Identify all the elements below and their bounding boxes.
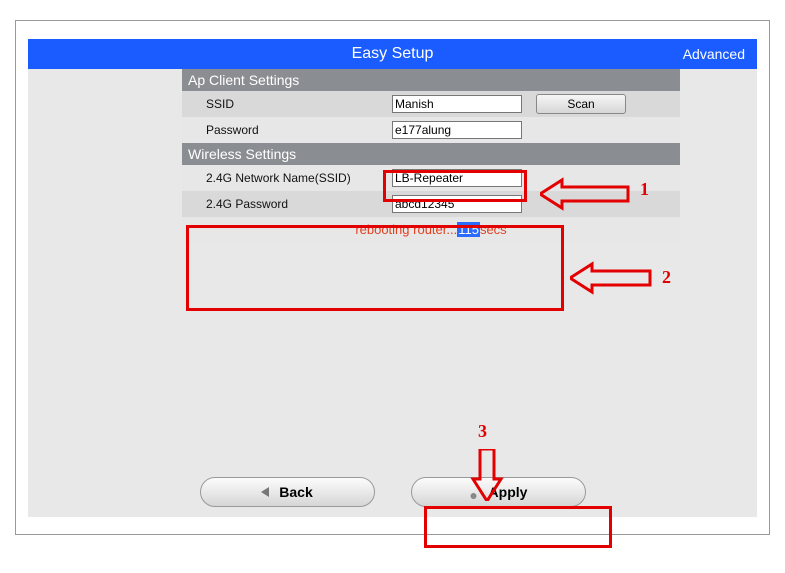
annotation-number-3: 3: [478, 421, 487, 442]
apply-button[interactable]: ● Apply: [411, 477, 586, 507]
wireless-password-label: 2.4G Password: [182, 197, 392, 211]
page-title: Easy Setup: [352, 45, 434, 62]
status-text: rebooting router...115secs: [182, 217, 680, 243]
apply-dot-icon: ●: [469, 487, 479, 497]
ap-client-header: Ap Client Settings: [182, 69, 680, 91]
advanced-link[interactable]: Advanced: [683, 39, 745, 69]
status-suffix: secs: [480, 222, 507, 237]
back-label: Back: [279, 484, 312, 500]
status-countdown: 115: [457, 222, 480, 237]
ssid-input[interactable]: [392, 95, 522, 113]
status-prefix: rebooting router...: [355, 222, 457, 237]
ap-password-label: Password: [182, 123, 392, 137]
apply-label: Apply: [489, 484, 528, 500]
annotation-number-2: 2: [662, 267, 671, 288]
back-arrow-icon: [261, 487, 269, 497]
wireless-password-input[interactable]: [392, 195, 522, 213]
network-name-input[interactable]: [392, 169, 522, 187]
network-name-label: 2.4G Network Name(SSID): [182, 171, 392, 185]
ap-password-input[interactable]: [392, 121, 522, 139]
back-button[interactable]: Back: [200, 477, 375, 507]
scan-button[interactable]: Scan: [536, 94, 626, 114]
wireless-header: Wireless Settings: [182, 143, 680, 165]
annotation-number-1: 1: [640, 179, 649, 200]
annotation-box-3: [424, 506, 612, 548]
arrow-left-icon: [570, 261, 658, 295]
ssid-label: SSID: [182, 97, 392, 111]
